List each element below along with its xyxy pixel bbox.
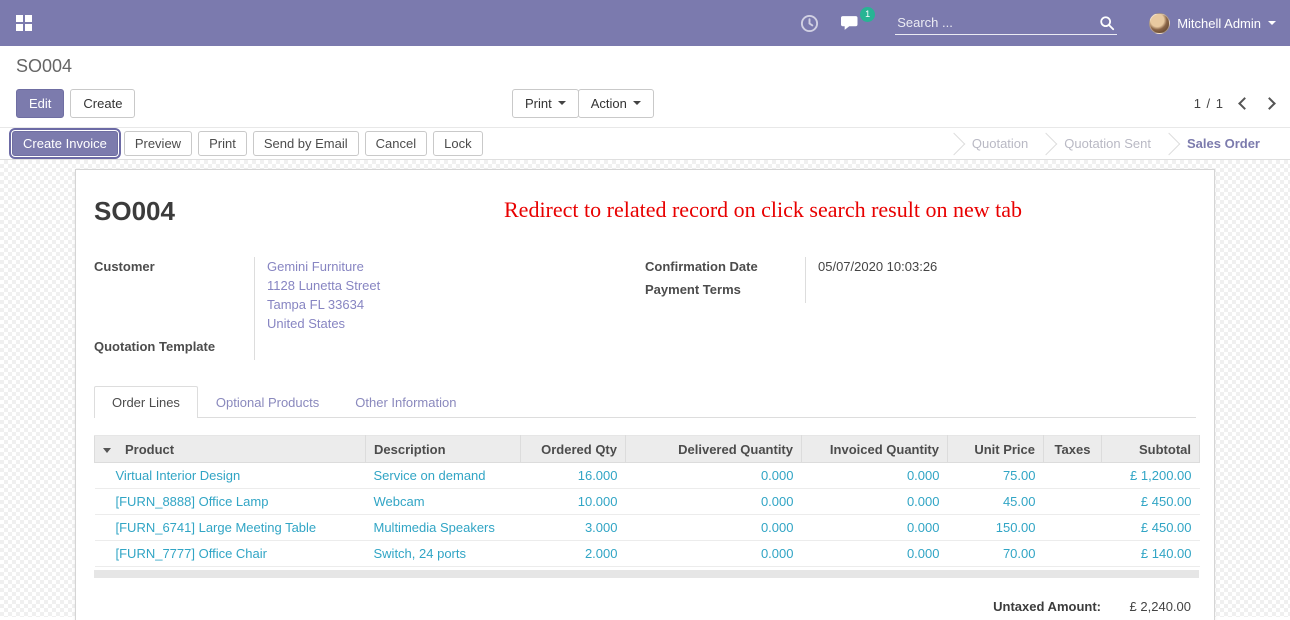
action-dropdown-button[interactable]: Action [578,89,654,118]
customer-value: Gemini Furniture 1128 Lunetta Street Tam… [254,257,645,337]
search-input[interactable] [897,15,1099,30]
state-sales-order[interactable]: Sales Order [1169,128,1278,159]
activities-clock-icon[interactable] [800,14,819,33]
create-invoice-button[interactable]: Create Invoice [12,131,118,156]
customer-label: Customer [94,257,254,337]
search-icon[interactable] [1099,15,1115,31]
tab-order-lines[interactable]: Order Lines [94,386,198,418]
state-quotation-sent[interactable]: Quotation Sent [1046,128,1169,159]
messages-icon[interactable]: 1 [841,14,863,33]
column-subtotal[interactable]: Subtotal [1102,436,1200,463]
notebook-tabs: Order Lines Optional Products Other Info… [94,386,1196,418]
breadcrumb[interactable]: SO004 [16,56,1274,77]
state-quotation[interactable]: Quotation [954,128,1046,159]
status-bar: Create Invoice Preview Print Send by Ema… [0,127,1290,160]
column-ordered-qty[interactable]: Ordered Qty [521,436,626,463]
pager-next-icon[interactable] [1263,97,1276,110]
field-groups: Customer Gemini Furniture 1128 Lunetta S… [94,257,1196,360]
payment-terms-label: Payment Terms [645,280,805,303]
form-view-background: SO004 Redirect to related record on clic… [0,160,1290,617]
apps-menu-icon[interactable] [16,15,32,31]
column-description[interactable]: Description [366,436,521,463]
confirmation-date-label: Confirmation Date [645,257,805,280]
table-row[interactable]: [FURN_6741] Large Meeting Table Multimed… [95,515,1200,541]
edit-button[interactable]: Edit [16,89,64,118]
print-button[interactable]: Print [198,131,247,156]
customer-name-link[interactable]: Gemini Furniture [267,257,645,276]
customer-country[interactable]: United States [267,314,645,333]
column-delivered-quantity[interactable]: Delivered Quantity [626,436,802,463]
chevron-down-icon [633,101,641,105]
customer-city[interactable]: Tampa FL 33634 [267,295,645,314]
chevron-down-icon [1268,21,1276,25]
cancel-button[interactable]: Cancel [365,131,427,156]
messages-count-badge: 1 [860,7,875,22]
untaxed-amount-label: Untaxed Amount: [993,599,1101,614]
tab-optional-products[interactable]: Optional Products [198,386,337,418]
user-name: Mitchell Admin [1177,16,1261,31]
quotation-template-value[interactable] [254,337,645,360]
red-annotation-text: Redirect to related record on click sear… [504,197,1022,223]
navbar-search [895,12,1117,35]
column-unit-price[interactable]: Unit Price [948,436,1044,463]
quotation-template-label: Quotation Template [94,337,254,360]
table-row[interactable]: [FURN_7777] Office Chair Switch, 24 port… [95,541,1200,567]
statusbar-steps: Quotation Quotation Sent Sales Order [954,128,1278,159]
lock-button[interactable]: Lock [433,131,482,156]
column-product[interactable]: Product [95,436,366,463]
chevron-down-icon [558,101,566,105]
record-pager: 1 / 1 [1194,96,1274,111]
action-dropdowns: Print Action [512,89,654,118]
table-row[interactable]: [FURN_8888] Office Lamp Webcam 10.000 0.… [95,489,1200,515]
user-avatar [1149,13,1170,34]
tab-other-information[interactable]: Other Information [337,386,474,418]
table-row[interactable]: Virtual Interior Design Service on deman… [95,463,1200,489]
confirmation-date-value[interactable]: 05/07/2020 10:03:26 [805,257,1196,280]
create-button[interactable]: Create [70,89,135,118]
list-options-caret-icon[interactable] [103,448,111,453]
pager-value: 1 / 1 [1194,96,1224,111]
print-dropdown-button[interactable]: Print [512,89,579,118]
top-navbar: 1 Mitchell Admin [0,0,1290,46]
column-taxes[interactable]: Taxes [1044,436,1102,463]
column-invoiced-quantity[interactable]: Invoiced Quantity [802,436,948,463]
table-header-row: Product Description Ordered Qty Delivere… [95,436,1200,463]
order-totals: Untaxed Amount: £ 2,240.00 [94,599,1199,614]
preview-button[interactable]: Preview [124,131,192,156]
untaxed-amount-value: £ 2,240.00 [1101,599,1199,614]
order-lines-table: Product Description Ordered Qty Delivere… [94,435,1196,578]
control-panel: SO004 Edit Create Print Action 1 / 1 [0,46,1290,127]
send-by-email-button[interactable]: Send by Email [253,131,359,156]
sale-order-sheet: SO004 Redirect to related record on clic… [75,169,1215,620]
pager-previous-icon[interactable] [1238,97,1251,110]
table-scrollbar-track[interactable] [94,570,1199,578]
customer-street[interactable]: 1128 Lunetta Street [267,276,645,295]
user-menu[interactable]: Mitchell Admin [1149,13,1276,34]
payment-terms-value[interactable] [805,280,1196,303]
